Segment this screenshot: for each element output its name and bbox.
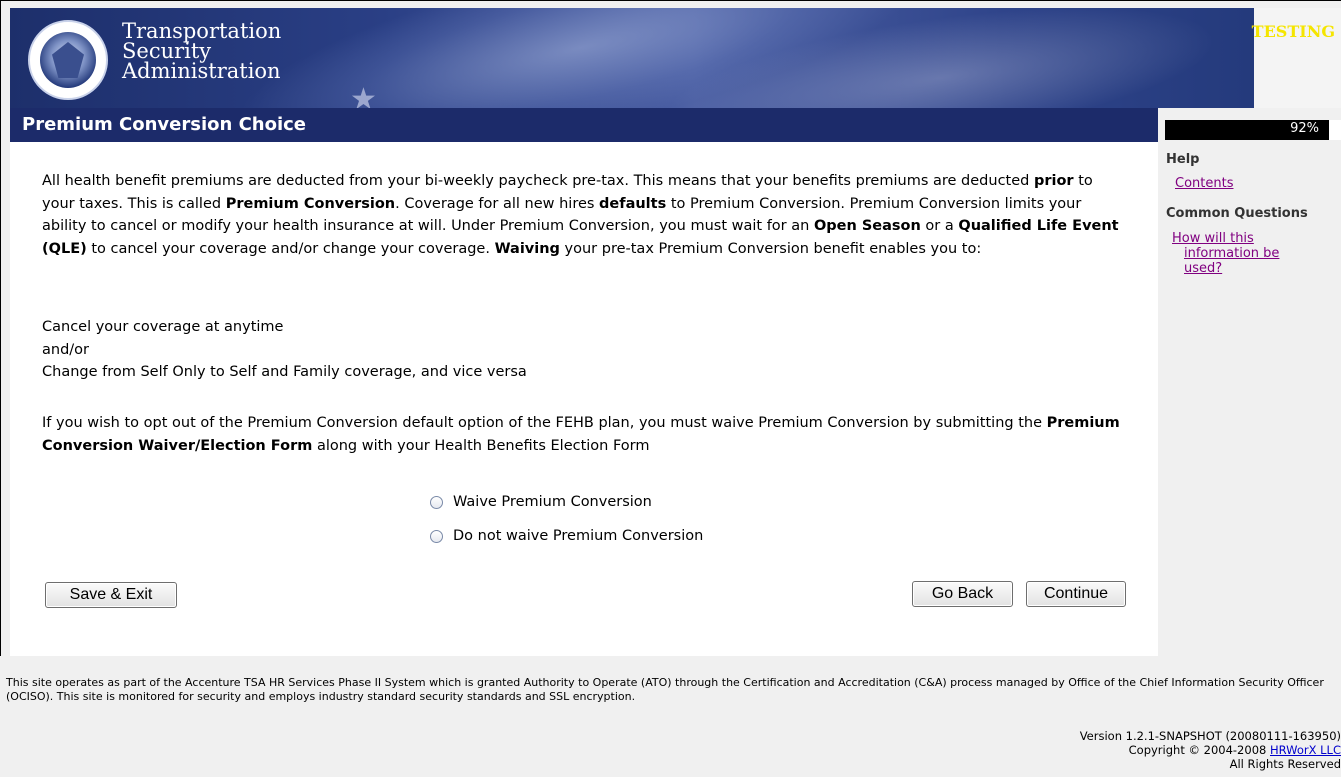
page-title-bar: Premium Conversion Choice bbox=[10, 108, 1158, 142]
benefit-item: Cancel your coverage at anytime bbox=[42, 319, 284, 335]
security-notice: This site operates as part of the Accent… bbox=[6, 676, 1324, 703]
do-not-waive-radio[interactable] bbox=[430, 529, 443, 543]
intro-paragraph: All health benefit premiums are deducted… bbox=[42, 173, 1119, 257]
save-exit-button[interactable]: Save & Exit bbox=[45, 582, 177, 608]
do-not-waive-option[interactable]: Do not waive Premium Conversion bbox=[430, 528, 703, 544]
rights-text: All Rights Reserved bbox=[1229, 757, 1341, 771]
waive-option[interactable]: Waive Premium Conversion bbox=[430, 494, 652, 510]
help-sidebar: Help Contents Common Questions How will … bbox=[1158, 142, 1341, 656]
progress-indicator: 92% bbox=[1165, 120, 1341, 140]
do-not-waive-radio-label[interactable]: Do not waive Premium Conversion bbox=[453, 528, 703, 544]
agency-name-line1: Transportation bbox=[122, 19, 282, 43]
environment-badge-area: TESTING bbox=[1251, 8, 1341, 108]
copyright-text: Copyright © 2004-2008 HRWorX LLC bbox=[1128, 743, 1341, 757]
version-text: Version 1.2.1-SNAPSHOT (20080111-163950) bbox=[1079, 729, 1341, 743]
agency-banner: ★ Transportation Security Administration bbox=[10, 8, 1254, 108]
benefit-connector: and/or bbox=[42, 341, 89, 358]
page-title: Premium Conversion Choice bbox=[22, 114, 307, 135]
agency-name: Transportation Security Administration bbox=[122, 19, 282, 83]
vendor-link[interactable]: HRWorX LLC bbox=[1270, 743, 1341, 757]
environment-badge: TESTING bbox=[1251, 22, 1335, 41]
question-link-info-usage[interactable]: How will this information be used? bbox=[1172, 231, 1332, 276]
version-info: Version 1.2.1-SNAPSHOT (20080111-163950)… bbox=[1080, 729, 1341, 771]
benefit-item: Change from Self Only to Self and Family… bbox=[42, 364, 527, 380]
agency-name-line3: Administration bbox=[122, 59, 281, 83]
waiver-benefits-list: Cancel your coverage at anytime and/or C… bbox=[42, 316, 527, 384]
star-icon: ★ bbox=[350, 82, 377, 108]
waive-radio-label[interactable]: Waive Premium Conversion bbox=[453, 494, 652, 510]
progress-remaining bbox=[1329, 120, 1341, 140]
help-heading: Help bbox=[1166, 152, 1200, 167]
agency-name-line2: Security bbox=[122, 39, 212, 63]
opt-out-paragraph: If you wish to opt out of the Premium Co… bbox=[42, 415, 1120, 454]
go-back-button[interactable]: Go Back bbox=[912, 581, 1013, 607]
common-questions-heading: Common Questions bbox=[1166, 206, 1308, 221]
continue-button[interactable]: Continue bbox=[1026, 581, 1126, 607]
page-footer: This site operates as part of the Accent… bbox=[0, 656, 1341, 777]
dhs-seal-logo bbox=[28, 20, 108, 100]
help-contents-link[interactable]: Contents bbox=[1175, 176, 1233, 191]
waive-radio[interactable] bbox=[430, 495, 443, 509]
main-content: All health benefit premiums are deducted… bbox=[10, 142, 1158, 656]
progress-text: 92% bbox=[1290, 121, 1319, 136]
